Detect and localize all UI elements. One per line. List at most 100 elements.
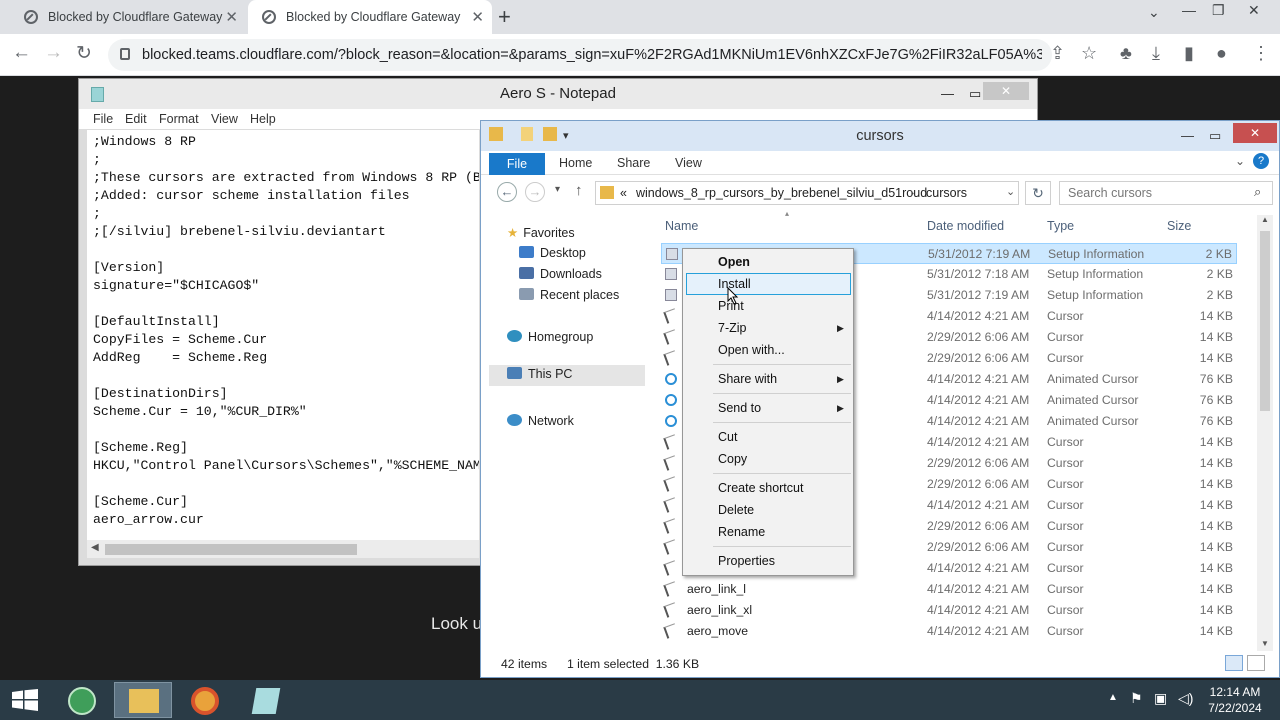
close-icon[interactable]: ✕ xyxy=(1233,123,1277,143)
quick-access-dropdown-icon[interactable]: ▾ xyxy=(563,121,569,151)
menu-view[interactable]: View xyxy=(211,112,238,126)
large-icons-view-icon[interactable] xyxy=(1247,655,1265,671)
menu-item-create-shortcut[interactable]: Create shortcut xyxy=(718,481,803,495)
column-name[interactable]: Name xyxy=(665,219,698,233)
ribbon-file-tab[interactable]: File xyxy=(489,153,545,175)
taskbar-notepad-button[interactable] xyxy=(238,682,296,718)
menu-edit[interactable]: Edit xyxy=(125,112,147,126)
address-bar[interactable]: blocked.teams.cloudflare.com/?block_reas… xyxy=(108,39,1052,71)
maximize-icon[interactable]: ▭ xyxy=(1209,121,1221,151)
minimize-icon[interactable]: — xyxy=(1181,121,1194,151)
back-icon[interactable]: ← xyxy=(12,42,31,64)
network-tray-icon[interactable]: ▣ xyxy=(1154,690,1167,707)
action-center-flag-icon[interactable]: ⚑ xyxy=(1130,690,1143,707)
menu-format[interactable]: Format xyxy=(159,112,199,126)
close-tab-icon[interactable]: ✕ xyxy=(225,8,238,26)
expand-ribbon-icon[interactable]: ⌄ xyxy=(1235,154,1245,168)
breadcrumb-item[interactable]: cursors xyxy=(926,186,967,200)
nav-this-pc[interactable]: This PC xyxy=(489,365,645,386)
horizontal-scrollbar[interactable]: ◀ xyxy=(87,540,479,558)
profile-icon[interactable]: ● xyxy=(1216,43,1227,64)
column-date-modified[interactable]: Date modified xyxy=(927,219,1004,233)
menu-item-cut[interactable]: Cut xyxy=(718,430,737,444)
recent-locations-icon[interactable]: ▾ xyxy=(555,184,560,195)
menu-item-share-with[interactable]: Share with xyxy=(718,372,777,386)
menu-item-7zip[interactable]: 7-Zip xyxy=(718,321,746,335)
nav-network[interactable]: Network xyxy=(507,414,574,428)
menu-item-delete[interactable]: Delete xyxy=(718,503,754,517)
nav-downloads[interactable]: Downloads xyxy=(519,267,602,281)
download-icon[interactable]: ⤓ xyxy=(1152,43,1160,64)
forward-icon[interactable]: → xyxy=(44,42,63,64)
scroll-down-icon[interactable]: ▼ xyxy=(1261,639,1269,648)
minimize-icon[interactable]: — xyxy=(941,79,954,109)
ribbon-home-tab[interactable]: Home xyxy=(559,156,592,170)
setup-file-icon xyxy=(665,289,677,301)
notepad-title-bar[interactable]: Aero S - Notepad — ▭ ✕ xyxy=(79,79,1037,109)
menu-icon[interactable]: ⋮ xyxy=(1252,43,1270,64)
up-icon[interactable]: ↑ xyxy=(575,182,583,199)
share-icon[interactable]: ⇪ xyxy=(1050,43,1065,64)
extension-icon[interactable]: ♣ xyxy=(1120,43,1132,64)
scroll-left-icon[interactable]: ◀ xyxy=(91,542,99,553)
menu-help[interactable]: Help xyxy=(250,112,276,126)
properties-quick-icon[interactable] xyxy=(521,127,533,141)
menu-item-copy[interactable]: Copy xyxy=(718,452,747,466)
table-row[interactable]: aero_link_xl 4/14/2012 4:21 AM Cursor 14 KB xyxy=(661,600,1237,621)
restore-icon[interactable]: ❐ xyxy=(1212,2,1225,19)
taskbar-explorer-button[interactable] xyxy=(114,682,172,718)
nav-recent-places[interactable]: Recent places xyxy=(519,288,619,302)
address-dropdown-icon[interactable]: ⌄ xyxy=(1006,185,1015,198)
column-size[interactable]: Size xyxy=(1167,219,1191,233)
minimize-icon[interactable]: — xyxy=(1182,2,1196,18)
back-icon[interactable]: ← xyxy=(497,182,517,202)
breadcrumb-overflow[interactable]: « xyxy=(620,186,627,200)
scrollbar-thumb[interactable] xyxy=(1260,231,1270,411)
breadcrumb-item[interactable]: windows_8_rp_cursors_by_brebenel_silviu_… xyxy=(636,186,927,200)
show-hidden-icons[interactable]: ▲ xyxy=(1108,692,1118,703)
scrollbar-thumb[interactable] xyxy=(105,544,357,555)
taskbar-chrome-button[interactable] xyxy=(176,682,234,718)
menu-item-rename[interactable]: Rename xyxy=(718,525,765,539)
system-clock[interactable]: 12:14 AM 7/22/2024 xyxy=(1200,684,1270,716)
table-row[interactable]: aero_link_l 4/14/2012 4:21 AM Cursor 14 KB xyxy=(661,579,1237,600)
reload-icon[interactable]: ↻ xyxy=(76,42,92,65)
close-window-icon[interactable]: ✕ xyxy=(1248,2,1260,19)
browser-tab[interactable]: Blocked by Cloudflare Gateway ✕ xyxy=(0,0,246,34)
side-panel-icon[interactable]: ▮ xyxy=(1184,43,1194,64)
bookmark-star-icon[interactable]: ☆ xyxy=(1081,43,1097,64)
windows-start-icon[interactable] xyxy=(12,689,38,711)
new-folder-quick-icon[interactable] xyxy=(543,127,557,141)
forward-icon[interactable]: → xyxy=(525,182,545,202)
ribbon-share-tab[interactable]: Share xyxy=(617,156,650,170)
menu-item-properties[interactable]: Properties xyxy=(718,554,775,568)
taskbar-ie-button[interactable] xyxy=(52,682,110,718)
address-box[interactable]: « windows_8_rp_cursors_by_brebenel_silvi… xyxy=(595,181,1019,205)
nav-desktop[interactable]: Desktop xyxy=(519,246,586,260)
scroll-up-icon[interactable]: ▲ xyxy=(1261,215,1269,224)
close-tab-icon[interactable]: ✕ xyxy=(471,8,484,26)
table-row[interactable]: aero_move 4/14/2012 4:21 AM Cursor 14 KB xyxy=(661,621,1237,642)
new-tab-icon[interactable]: + xyxy=(498,4,511,30)
browser-tab-active[interactable]: Blocked by Cloudflare Gateway ✕ xyxy=(248,0,492,34)
refresh-icon[interactable]: ↻ xyxy=(1025,181,1051,205)
search-input[interactable]: Search cursors ⌕ xyxy=(1059,181,1273,205)
ribbon-view-tab[interactable]: View xyxy=(675,156,702,170)
maximize-icon[interactable]: ▭ xyxy=(969,79,981,109)
close-icon[interactable]: ✕ xyxy=(983,82,1029,100)
nav-favorites[interactable]: ★ Favorites xyxy=(507,225,575,240)
explorer-title-bar[interactable]: ▾ cursors — ▭ ✕ xyxy=(481,121,1279,151)
cell-size: 76 KB xyxy=(1199,393,1233,407)
details-view-icon[interactable] xyxy=(1225,655,1243,671)
menu-item-open[interactable]: Open xyxy=(718,255,750,269)
tab-search-icon[interactable]: ⌄ xyxy=(1148,4,1160,21)
notepad-text-area[interactable]: ;Windows 8 RP; ;These cursors are extract… xyxy=(87,130,479,540)
nav-homegroup[interactable]: Homegroup xyxy=(507,330,593,344)
vertical-scrollbar[interactable]: ▲ ▼ xyxy=(1257,215,1273,651)
menu-item-send-to[interactable]: Send to xyxy=(718,401,761,415)
menu-item-open-with[interactable]: Open with... xyxy=(718,343,785,357)
volume-icon[interactable]: ◁) xyxy=(1178,690,1193,707)
column-type[interactable]: Type xyxy=(1047,219,1074,233)
help-icon[interactable]: ? xyxy=(1253,153,1269,169)
menu-file[interactable]: File xyxy=(93,112,113,126)
